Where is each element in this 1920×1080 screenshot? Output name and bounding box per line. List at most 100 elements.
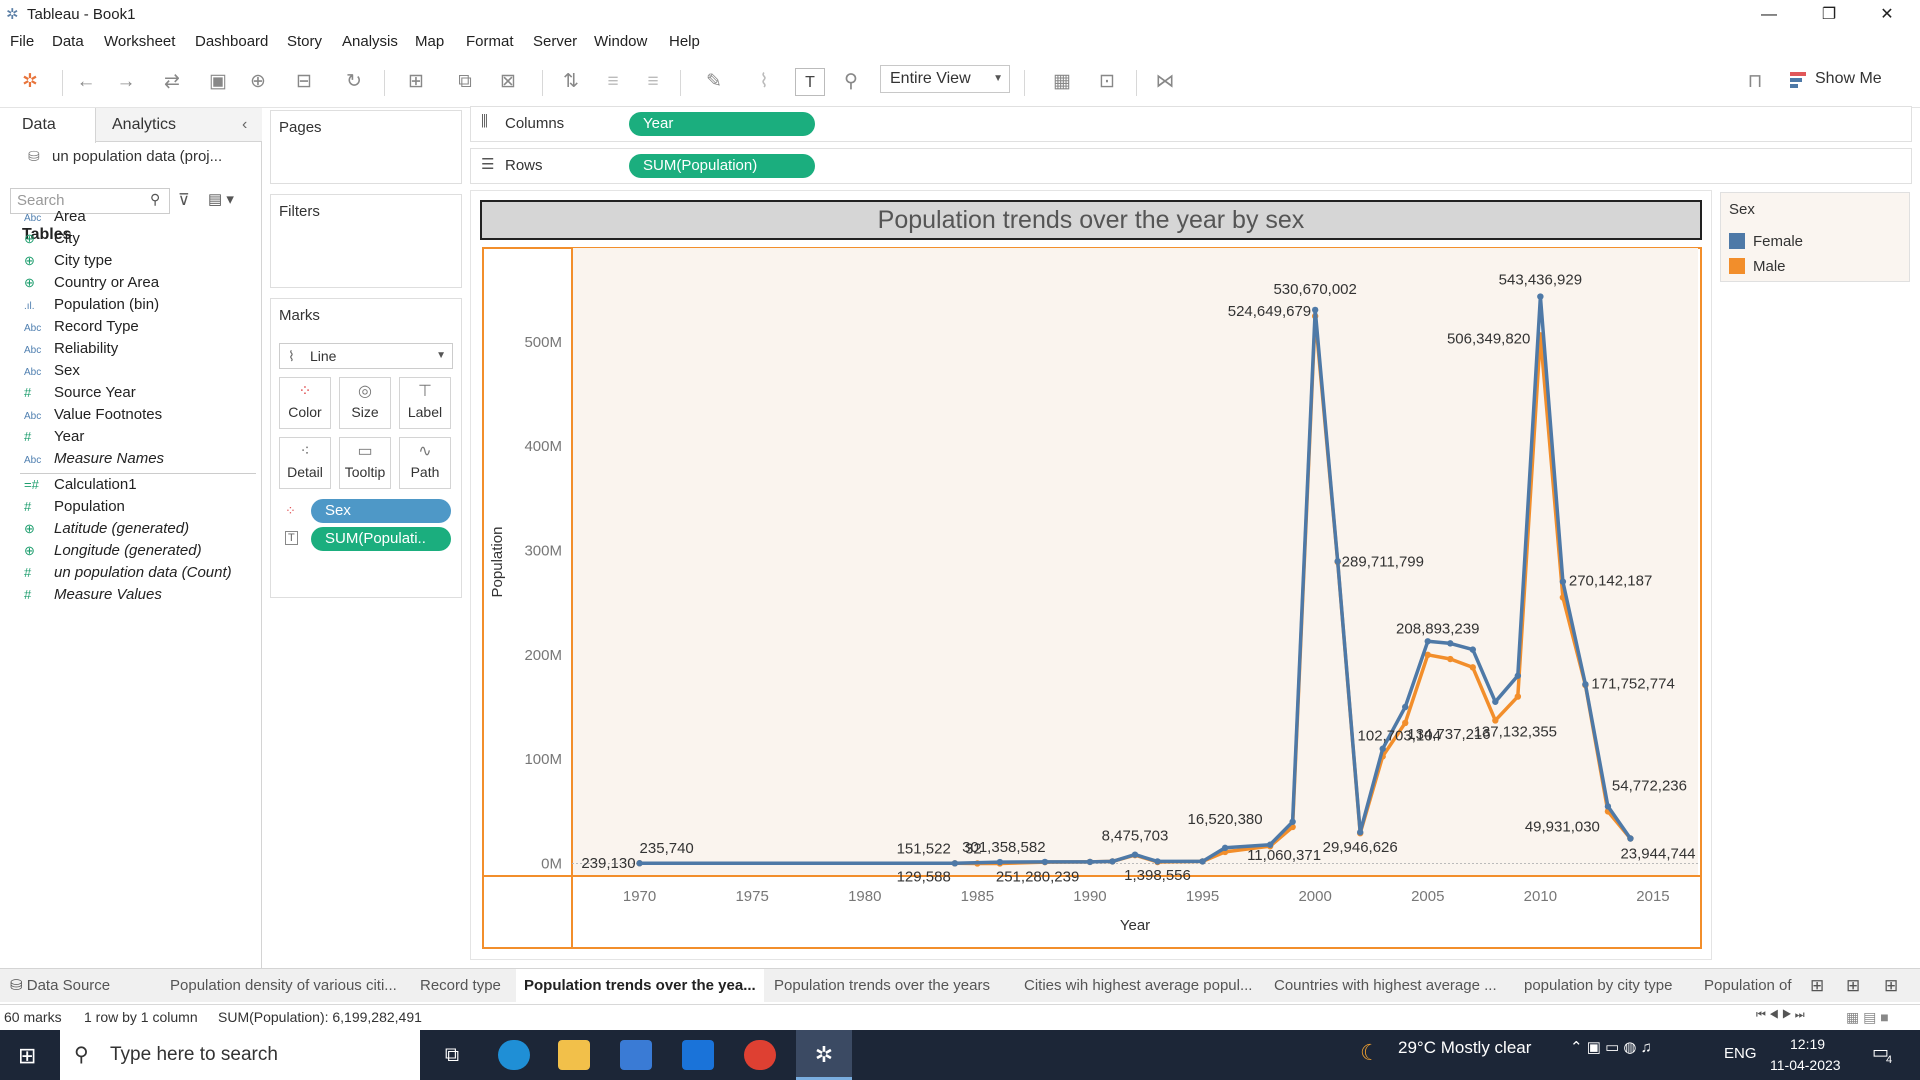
data-point-female[interactable] xyxy=(951,860,959,867)
menu-server[interactable]: Server xyxy=(533,33,577,50)
highlight-icon[interactable]: ✎ xyxy=(694,68,734,96)
restore-button[interactable]: ❐ xyxy=(1806,2,1852,28)
year-pill[interactable]: Year xyxy=(629,112,815,136)
sheet-tab[interactable]: Record type xyxy=(420,969,512,1003)
share-icon[interactable]: ⋈ xyxy=(1150,68,1180,96)
field-item[interactable]: Abc Area xyxy=(24,208,86,230)
data-point-male[interactable] xyxy=(1514,693,1522,700)
redo-icon[interactable]: → xyxy=(112,68,140,96)
file-explorer-icon[interactable] xyxy=(558,1040,590,1070)
data-point-male[interactable] xyxy=(1469,664,1476,671)
undo-icon[interactable]: ← xyxy=(72,68,100,96)
data-point-female[interactable] xyxy=(1311,306,1319,314)
field-item[interactable]: Abc Value Footnotes xyxy=(24,406,162,428)
path-button[interactable]: ∿ Path xyxy=(399,437,451,489)
collapse-pane-icon[interactable]: ‹ xyxy=(242,108,247,142)
sheet-tab[interactable]: Cities wih highest average popul... xyxy=(1024,969,1262,1003)
label-button[interactable]: ⊤ Label xyxy=(399,377,451,429)
data-point-female[interactable] xyxy=(1537,293,1544,300)
presentation-mode-icon[interactable]: ⊡ xyxy=(1092,68,1122,96)
datasource-name[interactable]: un population data (proj... xyxy=(52,148,222,165)
windows-start-icon[interactable]: ⊞ xyxy=(18,1043,36,1069)
data-point-female[interactable] xyxy=(1221,844,1229,852)
field-item[interactable]: # Population xyxy=(24,498,125,520)
tableau-start-icon[interactable]: ✲ xyxy=(16,68,44,96)
filters-card[interactable]: Filters xyxy=(270,194,462,288)
menu-format[interactable]: Format xyxy=(466,33,514,50)
sheet-tab[interactable]: Population trends over the years xyxy=(774,969,1006,1003)
view-options-icon[interactable]: ▤ ▾ xyxy=(208,190,234,208)
data-point-female[interactable] xyxy=(1559,578,1567,585)
show-cards-icon[interactable]: ▦ xyxy=(1040,68,1084,96)
data-source-tab[interactable]: ⛁ Data Source xyxy=(10,969,160,1003)
data-point-female[interactable] xyxy=(1086,858,1094,866)
clear-sheet-icon[interactable]: ⊠ xyxy=(488,68,528,96)
close-button[interactable]: ✕ xyxy=(1864,2,1910,28)
field-item[interactable]: Abc Record Type xyxy=(24,318,139,340)
color-button[interactable]: ⁘ Color xyxy=(279,377,331,429)
sort-ascending-icon[interactable]: ≡ xyxy=(598,68,628,96)
data-point-female[interactable] xyxy=(1469,646,1476,653)
tableau-taskbar-icon[interactable]: ✲ xyxy=(796,1030,852,1080)
data-point-female[interactable] xyxy=(1492,698,1499,705)
mail-icon[interactable] xyxy=(682,1040,714,1070)
field-item[interactable]: Abc Sex xyxy=(24,362,80,384)
new-worksheet-tab-icon[interactable]: ⊞ xyxy=(1810,969,1836,1003)
menu-dashboard[interactable]: Dashboard xyxy=(195,33,268,50)
data-point-female[interactable] xyxy=(1379,745,1386,752)
columns-shelf[interactable]: ⫼ Columns Year xyxy=(470,106,1912,142)
sex-pill[interactable]: Sex xyxy=(311,499,451,523)
sheet-tab[interactable]: Population density of various citi... xyxy=(170,969,410,1003)
new-dashboard-tab-icon[interactable]: ⊞ xyxy=(1846,969,1872,1003)
data-point-female[interactable] xyxy=(636,860,643,867)
data-point-female[interactable] xyxy=(1604,803,1612,810)
fit-select[interactable]: Entire View ▼ xyxy=(880,65,1010,93)
clock-date[interactable]: 11-04-2023 xyxy=(1770,1057,1841,1073)
field-item[interactable]: ⊕ Longitude (generated) xyxy=(24,542,202,564)
data-point-female[interactable] xyxy=(1109,858,1116,865)
menu-help[interactable]: Help xyxy=(669,33,700,50)
sheet-tab[interactable]: Population of xyxy=(1704,969,1802,1003)
weather-text[interactable]: 29°C Mostly clear xyxy=(1398,1038,1531,1058)
field-item[interactable]: ⊕ Latitude (generated) xyxy=(24,520,189,542)
sheet-sorter-icon[interactable]: ▦ ▤ ■ xyxy=(1846,1009,1889,1026)
language-indicator[interactable]: ENG xyxy=(1724,1045,1757,1062)
sheet-navigation-icon[interactable]: ⏮ ◀ ▶ ⏭ xyxy=(1756,1009,1805,1022)
data-point-female[interactable] xyxy=(1514,672,1522,679)
new-story-tab-icon[interactable]: ⊞ xyxy=(1884,969,1910,1003)
menu-map[interactable]: Map xyxy=(415,33,444,50)
tab-data[interactable]: Data xyxy=(0,108,96,143)
data-point-male[interactable] xyxy=(1447,655,1454,663)
legend-item-male[interactable]: Male xyxy=(1729,258,1786,275)
size-button[interactable]: ◎ Size xyxy=(339,377,391,429)
system-tray-icons[interactable]: ⌃ ▣ ▭ ◍ ♫ xyxy=(1570,1038,1652,1056)
sheet-tab[interactable]: population by city type xyxy=(1524,969,1700,1003)
sum-population-pill[interactable]: SUM(Population) xyxy=(629,154,815,178)
menu-story[interactable]: Story xyxy=(287,33,322,50)
data-point-female[interactable] xyxy=(1131,851,1139,858)
swap-icon[interactable]: ⇄ xyxy=(150,68,194,96)
field-item[interactable]: # Measure Values xyxy=(24,586,162,608)
new-worksheet-icon[interactable]: ⊞ xyxy=(396,68,436,96)
fix-axes-icon[interactable]: ⚲ xyxy=(836,68,866,96)
data-point-female[interactable] xyxy=(1582,681,1589,688)
legend-item-female[interactable]: Female xyxy=(1729,233,1803,250)
group-icon[interactable]: ⌇ xyxy=(744,68,784,96)
data-point-female[interactable] xyxy=(1154,858,1161,865)
edge-icon[interactable] xyxy=(498,1040,530,1070)
data-point-female[interactable] xyxy=(1334,558,1341,565)
paint-roller-icon[interactable]: ⊓ xyxy=(1740,68,1770,96)
rows-shelf[interactable]: ☰ Rows SUM(Population) xyxy=(470,148,1912,184)
field-item[interactable]: .ıl. Population (bin) xyxy=(24,296,159,318)
refresh-icon[interactable]: ↻ xyxy=(334,68,374,96)
field-item[interactable]: # un population data (Count) xyxy=(24,564,232,586)
task-view-icon[interactable]: ⧉ xyxy=(436,1040,468,1070)
duplicate-sheet-icon[interactable]: ⧉ xyxy=(450,68,480,96)
data-point-female[interactable] xyxy=(1199,858,1206,865)
data-point-female[interactable] xyxy=(1041,858,1049,866)
sort-descending-icon[interactable]: ≡ xyxy=(638,68,668,96)
field-item[interactable]: ⊕ Country or Area xyxy=(24,274,159,296)
mark-type-select[interactable]: ⌇ Line ▼ xyxy=(279,343,453,369)
sheet-tab[interactable]: Countries with highest average ... xyxy=(1274,969,1506,1003)
field-item[interactable]: Abc Reliability xyxy=(24,340,118,362)
